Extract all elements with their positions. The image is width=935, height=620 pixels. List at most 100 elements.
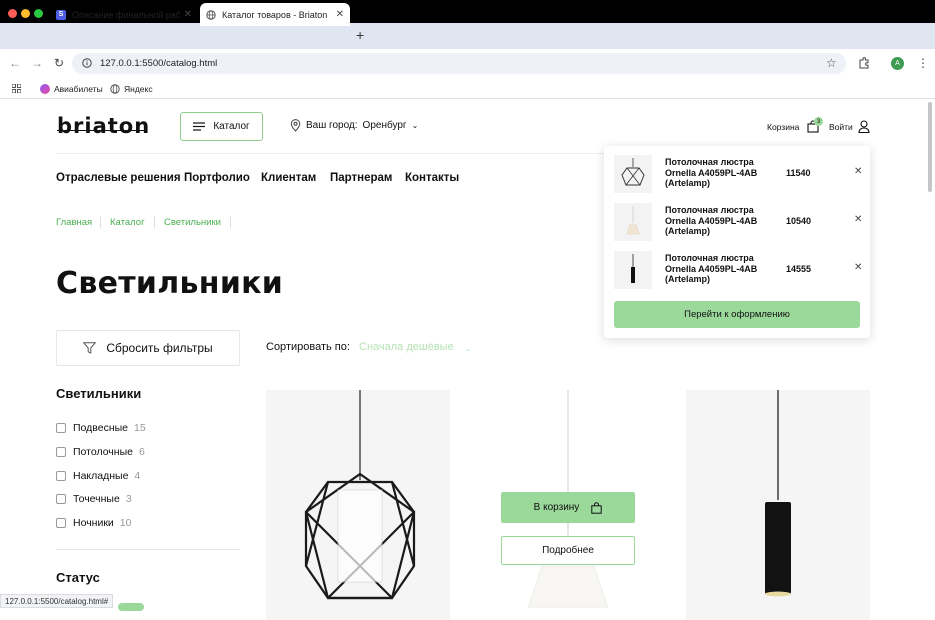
login-label: Войти — [829, 121, 853, 132]
filter-count: 4 — [134, 470, 141, 482]
tab-title: Каталог товаров - Briaton — [222, 9, 328, 20]
checkbox[interactable] — [56, 471, 66, 481]
remove-item-icon[interactable]: ✕ — [854, 214, 862, 225]
filter-label: Потолочные — [73, 446, 133, 458]
sort-label: Сортировать по: — [266, 341, 350, 353]
page-title: Светильники — [56, 266, 284, 301]
filter-checkbox-spot[interactable]: Точечные 3 — [56, 493, 132, 505]
close-tab-icon[interactable]: ✕ — [184, 9, 192, 20]
reset-filters-label: Сбросить фильтры — [106, 341, 213, 355]
product-card[interactable] — [686, 390, 870, 620]
status-toggle[interactable] — [118, 603, 144, 611]
cart-button[interactable]: Корзина — [767, 120, 819, 133]
maximize-window-button[interactable] — [34, 9, 43, 18]
logo-underline — [57, 130, 145, 131]
product-card[interactable] — [266, 390, 450, 620]
chevron-down-icon[interactable]: ⌄ — [465, 344, 472, 353]
filter-funnel-icon — [83, 342, 97, 354]
bookmark-aviatickets[interactable]: Авиабилеты — [40, 84, 103, 94]
globe-icon — [206, 9, 216, 20]
bookmark-label: Авиабилеты — [54, 84, 103, 94]
bookmark-yandex[interactable]: Яндекс — [110, 84, 153, 94]
remove-item-icon[interactable]: ✕ — [854, 262, 862, 273]
profile-avatar[interactable]: A — [891, 57, 904, 70]
details-button[interactable]: Подробнее — [501, 536, 635, 565]
apps-grid-icon[interactable] — [12, 84, 21, 93]
menu-kebab-icon[interactable]: ⋮ — [917, 56, 929, 70]
nav-link-contacts[interactable]: Контакты — [405, 172, 459, 184]
close-tab-icon[interactable]: ✕ — [336, 9, 344, 20]
tab-final-work[interactable]: S Описание финальной работ ✕ — [50, 3, 198, 26]
checkbox[interactable] — [56, 518, 66, 528]
filter-checkbox-suspended[interactable]: Подвесные 15 — [56, 422, 146, 434]
cart-item-name: Потолочная люстра Ornella A4059PL-4AB (A… — [665, 157, 758, 188]
cart-item-price: 10540 — [786, 216, 812, 226]
cart-item: Потолочная люстра Ornella A4059PL-4AB (A… — [614, 203, 862, 243]
reset-filters-button[interactable]: Сбросить фильтры — [56, 330, 240, 366]
forward-icon[interactable]: → — [31, 56, 43, 70]
filter-label: Подвесные — [73, 422, 129, 434]
site-info-icon[interactable] — [82, 58, 92, 68]
tab-strip — [0, 23, 935, 49]
breadcrumb-home[interactable]: Главная — [56, 217, 92, 228]
reload-icon[interactable]: ↻ — [54, 56, 64, 70]
remove-item-icon[interactable]: ✕ — [854, 166, 862, 177]
new-tab-icon[interactable]: + — [356, 27, 364, 43]
add-to-cart-label: В корзину — [533, 502, 580, 513]
tab-catalog[interactable]: Каталог товаров - Briaton ✕ — [200, 3, 350, 26]
cart-item: Потолочная люстра Ornella A4059PL-4AB (A… — [614, 155, 862, 195]
checkbox[interactable] — [56, 423, 66, 433]
lamp-black-cylinder-image — [765, 390, 791, 597]
cart-item-name: Потолочная люстра Ornella A4059PL-4AB (A… — [665, 205, 758, 236]
extensions-icon[interactable] — [858, 57, 870, 69]
link-preview-status: 127.0.0.1:5500/catalog.html# — [0, 594, 114, 608]
cart-item: Потолочная люстра Ornella A4059PL-4AB (A… — [614, 251, 862, 291]
login-button[interactable]: Войти — [829, 120, 870, 133]
filter-status-title: Статус — [56, 570, 100, 585]
tab-favicon-icon: S — [56, 9, 66, 20]
sort-select[interactable]: Сначала дешёвые — [359, 341, 454, 353]
cart-item-thumbnail — [614, 251, 652, 289]
chevron-down-icon: ⌄ — [411, 121, 419, 130]
breadcrumb-separator — [154, 216, 155, 228]
catalog-button[interactable]: Каталог — [180, 112, 263, 141]
nav-link-clients[interactable]: Клиентам — [261, 172, 316, 184]
filter-label: Точечные — [73, 493, 120, 505]
filter-label: Ночники — [73, 517, 114, 529]
breadcrumb-catalog[interactable]: Каталог — [110, 217, 145, 228]
bookmark-star-icon[interactable]: ☆ — [826, 56, 837, 70]
breadcrumb-lamps[interactable]: Светильники — [164, 217, 221, 228]
nav-link-portfolio[interactable]: Портфолио — [184, 172, 250, 184]
checkout-button[interactable]: Перейти к оформлению — [614, 301, 860, 328]
filter-checkbox-ceiling[interactable]: Потолочные 6 — [56, 446, 145, 458]
site-logo[interactable]: briaton — [57, 114, 150, 138]
close-window-button[interactable] — [8, 9, 17, 18]
globe-icon — [110, 84, 120, 94]
checkbox[interactable] — [56, 447, 66, 457]
back-icon[interactable]: ← — [9, 56, 21, 70]
breadcrumb-separator — [100, 216, 101, 228]
breadcrumb-separator — [230, 216, 231, 228]
cart-label: Корзина — [767, 121, 800, 132]
page-scrollbar[interactable] — [928, 102, 932, 192]
shopping-bag-icon — [591, 501, 603, 514]
minimize-window-button[interactable] — [21, 9, 30, 18]
filter-checkbox-surface[interactable]: Накладные 4 — [56, 470, 140, 482]
url-text: 127.0.0.1:5500/catalog.html — [100, 58, 218, 69]
cart-item-price: 14555 — [786, 264, 812, 274]
tab-title: Описание финальной работ — [72, 9, 180, 20]
filter-count: 6 — [138, 446, 145, 458]
city-selector[interactable]: Ваш город: Оренбург ⌄ — [290, 119, 418, 132]
add-to-cart-button[interactable]: В корзину — [501, 492, 635, 523]
city-value: Оренбург — [362, 120, 407, 131]
filter-count: 3 — [125, 493, 132, 505]
filter-checkbox-nightlight[interactable]: Ночники 10 — [56, 517, 131, 529]
checkbox[interactable] — [56, 494, 66, 504]
cart-count-badge: 3 — [814, 117, 823, 126]
nav-link-partners[interactable]: Партнерам — [330, 172, 392, 184]
filter-label: Накладные — [73, 470, 129, 482]
filter-divider — [56, 549, 240, 550]
cart-item-thumbnail — [614, 155, 652, 193]
cart-item-name: Потолочная люстра Ornella A4059PL-4AB (A… — [665, 253, 758, 284]
nav-link-industry[interactable]: Отраслевые решения — [56, 172, 181, 184]
